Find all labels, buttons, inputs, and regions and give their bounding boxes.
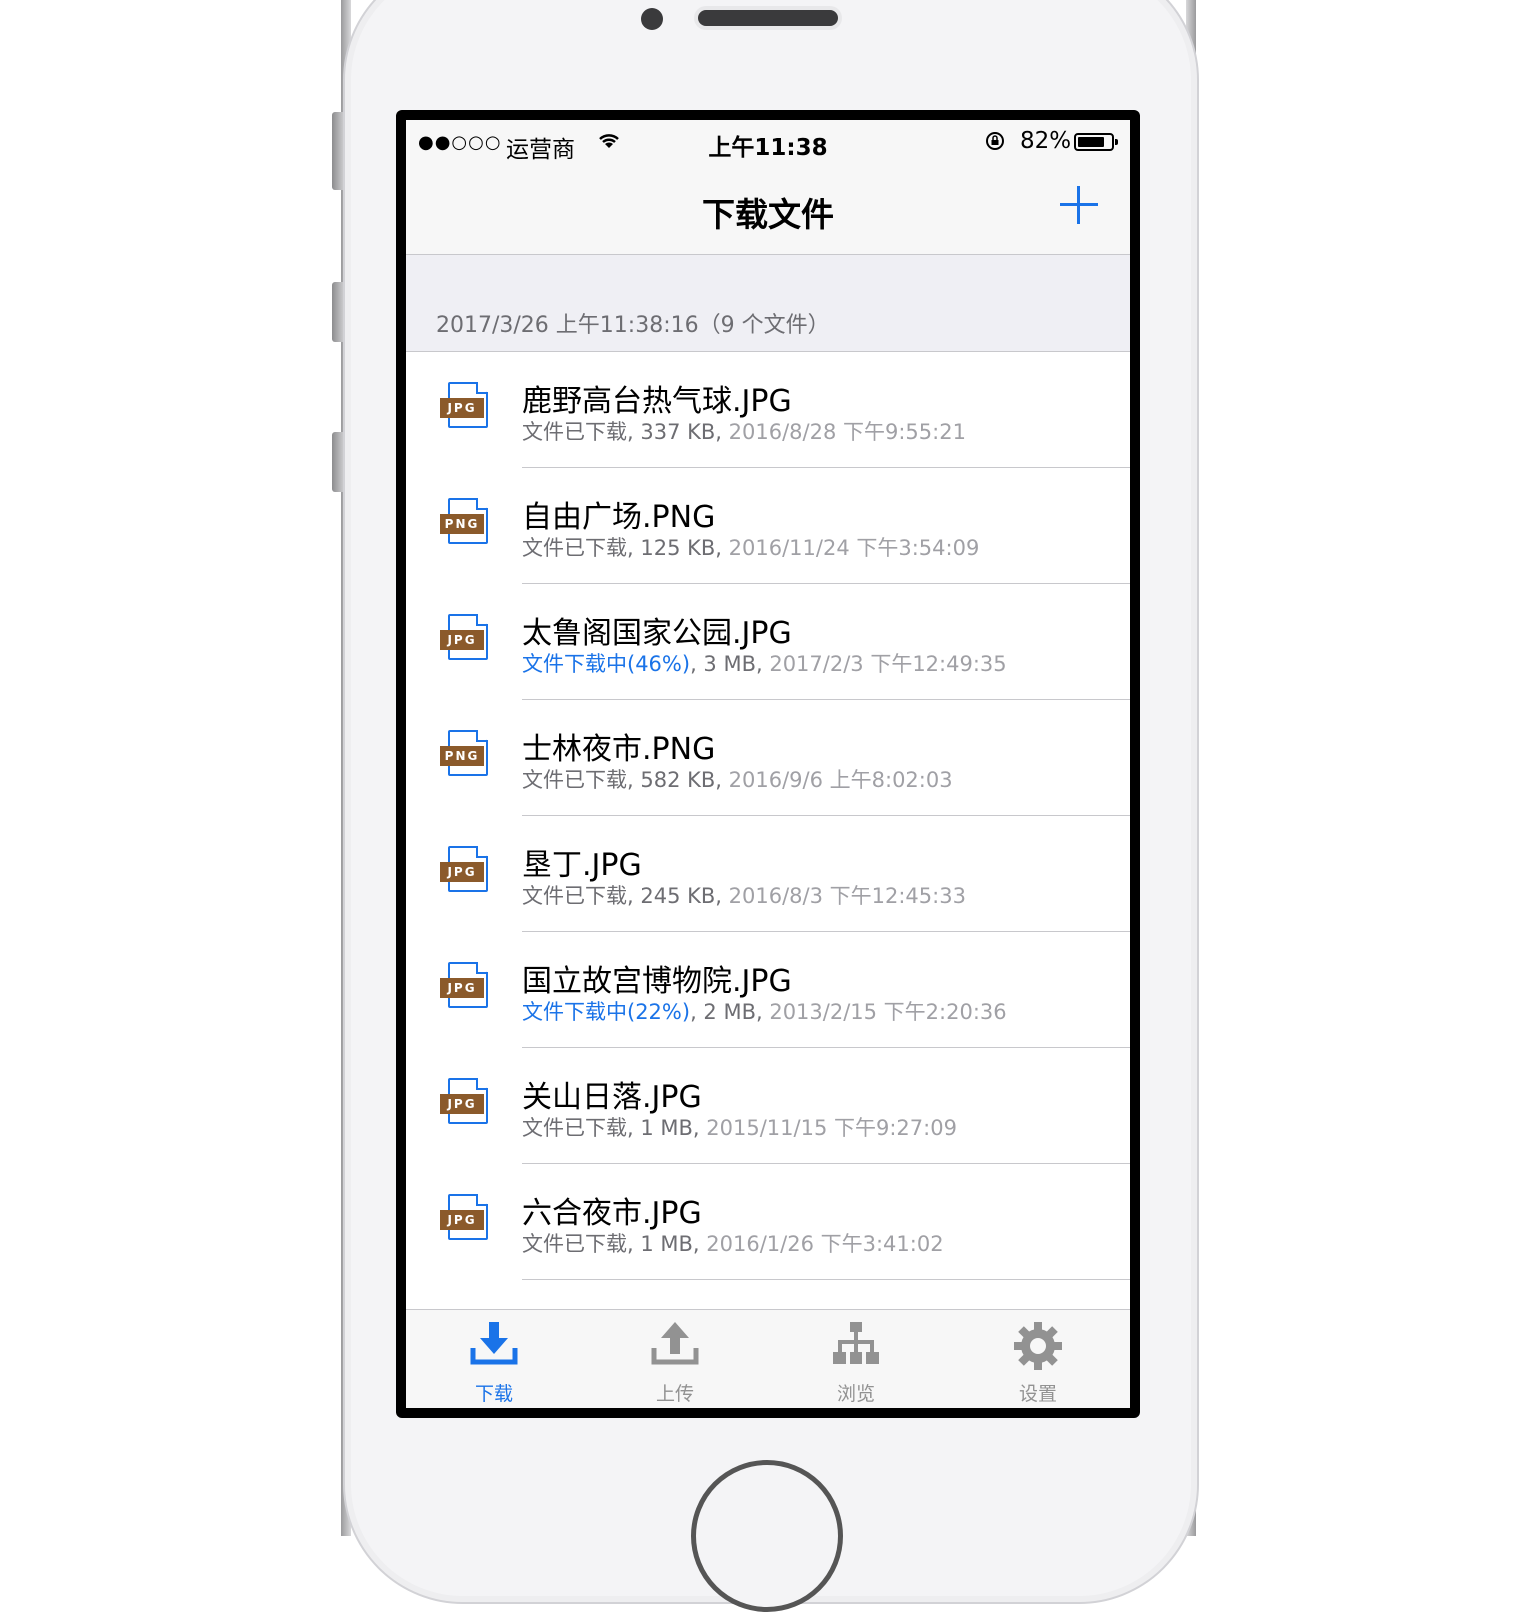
tab-settings-label: 设置 <box>1018 1383 1057 1405</box>
file-date: 2017/2/3 下午12:49:35 <box>769 652 1007 676</box>
upload-icon <box>651 1322 699 1365</box>
file-name: 关山日落.JPG <box>522 1080 702 1115</box>
gear-icon <box>1014 1322 1062 1370</box>
file-row[interactable]: PNG 自由广场.PNG 文件已下载, 125 KB, 2016/11/24 下午3… <box>406 468 1130 584</box>
file-size: , 337 KB, <box>627 420 729 444</box>
download-status: 文件下载中(22%) <box>522 1000 691 1024</box>
download-status: 文件已下载 <box>522 768 627 792</box>
file-type-tag: PNG <box>440 746 484 766</box>
file-row[interactable]: JPG 垦丁.JPG 文件已下载, 245 KB, 2016/8/3 下午12:45… <box>406 816 1130 932</box>
file-name: 士林夜市.PNG <box>522 732 716 767</box>
tab-upload[interactable]: 上传 <box>615 1320 735 1406</box>
file-type-tag: JPG <box>440 1210 484 1230</box>
file-row[interactable]: PNG 士林夜市.PNG 文件已下载, 582 KB, 2016/9/6 上午8:0… <box>406 700 1130 816</box>
file-row[interactable]: JPG 太鲁阁国家公园.JPG 文件下载中(46%), 3 MB, 2017/2/3… <box>406 584 1130 700</box>
file-type-icon: PNG <box>440 730 490 778</box>
file-type-tag: JPG <box>440 1094 484 1114</box>
file-details: 文件已下载, 1 MB, 2015/11/15 下午9:27:09 <box>522 1112 957 1142</box>
tab-bar: 下载 上传 浏览 设置 <box>406 1309 1130 1408</box>
file-date: 2016/9/6 上午8:02:03 <box>728 768 953 792</box>
file-details: 文件下载中(22%), 2 MB, 2013/2/15 下午2:20:36 <box>522 996 1007 1026</box>
file-details: 文件已下载, 582 KB, 2016/9/6 上午8:02:03 <box>522 764 953 794</box>
file-type-icon: JPG <box>440 382 490 430</box>
volume-down-button <box>332 432 343 492</box>
download-status: 文件已下载 <box>522 420 627 444</box>
file-type-icon: JPG <box>440 962 490 1010</box>
app-screen: ●●○○○ 运营商 上午11:38 82% 下载文件 2017/3/26 上午1… <box>406 120 1130 1408</box>
file-details: 文件已下载, 245 KB, 2016/8/3 下午12:45:33 <box>522 880 966 910</box>
file-date: 2013/2/15 下午2:20:36 <box>769 1000 1007 1024</box>
download-status: 文件已下载 <box>522 1116 627 1140</box>
file-row[interactable]: JPG 六合夜市.JPG 文件已下载, 1 MB, 2016/1/26 下午3:41… <box>406 1164 1130 1280</box>
mute-switch <box>332 112 343 190</box>
file-type-tag: JPG <box>440 862 484 882</box>
section-header: 2017/3/26 上午11:38:16（9 个文件） <box>406 255 1130 352</box>
file-type-icon: JPG <box>440 1078 490 1126</box>
file-date: 2016/8/3 下午12:45:33 <box>728 884 966 908</box>
file-type-tag: JPG <box>440 630 484 650</box>
download-status: 文件已下载 <box>522 1232 627 1256</box>
file-row[interactable]: JPG 关山日落.JPG 文件已下载, 1 MB, 2015/11/15 下午9:2… <box>406 1048 1130 1164</box>
file-date: 2016/8/28 下午9:55:21 <box>728 420 966 444</box>
file-row[interactable]: JPG 国立故宫博物院.JPG 文件下载中(22%), 2 MB, 2013/2/1… <box>406 932 1130 1048</box>
file-size: , 3 MB, <box>690 652 770 676</box>
file-name: 自由广场.PNG <box>522 500 716 535</box>
file-name: 鹿野高台热气球.JPG <box>522 384 792 419</box>
download-status: 文件已下载 <box>522 536 627 560</box>
file-name: 国立故宫博物院.JPG <box>522 964 792 999</box>
navigation-bar: 下载文件 <box>406 172 1130 255</box>
file-list: JPG 鹿野高台热气球.JPG 文件已下载, 337 KB, 2016/8/28 下… <box>406 352 1130 1396</box>
tab-settings[interactable]: 设置 <box>978 1320 1098 1406</box>
battery-icon <box>1074 133 1118 151</box>
file-size: , 2 MB, <box>690 1000 770 1024</box>
page-title: 下载文件 <box>702 195 834 234</box>
file-type-icon: PNG <box>440 498 490 546</box>
tab-upload-label: 上传 <box>655 1383 694 1405</box>
file-date: 2015/11/15 下午9:27:09 <box>706 1116 957 1140</box>
sitemap-icon <box>833 1322 879 1364</box>
add-button[interactable] <box>1056 182 1100 226</box>
file-name: 太鲁阁国家公园.JPG <box>522 616 792 651</box>
volume-up-button <box>332 282 343 342</box>
download-status: 文件已下载 <box>522 884 627 908</box>
file-details: 文件已下载, 337 KB, 2016/8/28 下午9:55:21 <box>522 416 966 446</box>
file-name: 六合夜市.JPG <box>522 1196 702 1231</box>
rotation-lock-icon <box>984 130 1006 157</box>
download-status: 文件下载中(46%) <box>522 652 691 676</box>
earpiece-speaker <box>698 10 838 26</box>
file-size: , 1 MB, <box>627 1116 707 1140</box>
file-type-icon: JPG <box>440 1194 490 1242</box>
tab-download[interactable]: 下载 <box>434 1320 554 1406</box>
file-size: , 245 KB, <box>627 884 729 908</box>
file-size: , 1 MB, <box>627 1232 707 1256</box>
file-row[interactable]: JPG 鹿野高台热气球.JPG 文件已下载, 337 KB, 2016/8/28 下… <box>406 352 1130 468</box>
status-bar: ●●○○○ 运营商 上午11:38 82% <box>406 120 1130 172</box>
battery-percentage: 82% <box>1020 128 1072 154</box>
file-details: 文件已下载, 1 MB, 2016/1/26 下午3:41:02 <box>522 1228 944 1258</box>
download-icon <box>470 1322 518 1365</box>
file-size: , 125 KB, <box>627 536 729 560</box>
file-type-tag: PNG <box>440 514 484 534</box>
section-header-label: 2017/3/26 上午11:38:16（9 个文件） <box>436 313 830 338</box>
tab-browse-label: 浏览 <box>836 1383 875 1405</box>
front-camera <box>641 8 663 30</box>
file-type-icon: JPG <box>440 614 490 662</box>
file-type-tag: JPG <box>440 398 484 418</box>
tab-download-label: 下载 <box>474 1383 513 1405</box>
file-size: , 582 KB, <box>627 768 729 792</box>
file-type-tag: JPG <box>440 978 484 998</box>
file-details: 文件已下载, 125 KB, 2016/11/24 下午3:54:09 <box>522 532 979 562</box>
file-type-icon: JPG <box>440 846 490 894</box>
file-date: 2016/1/26 下午3:41:02 <box>706 1232 944 1256</box>
screen-bezel: ●●○○○ 运营商 上午11:38 82% 下载文件 2017/3/26 上午1… <box>396 110 1140 1418</box>
file-details: 文件下载中(46%), 3 MB, 2017/2/3 下午12:49:35 <box>522 648 1007 678</box>
file-name: 垦丁.JPG <box>522 848 642 883</box>
file-date: 2016/11/24 下午3:54:09 <box>728 536 980 560</box>
home-button[interactable] <box>691 1460 843 1612</box>
tab-browse[interactable]: 浏览 <box>796 1320 916 1406</box>
